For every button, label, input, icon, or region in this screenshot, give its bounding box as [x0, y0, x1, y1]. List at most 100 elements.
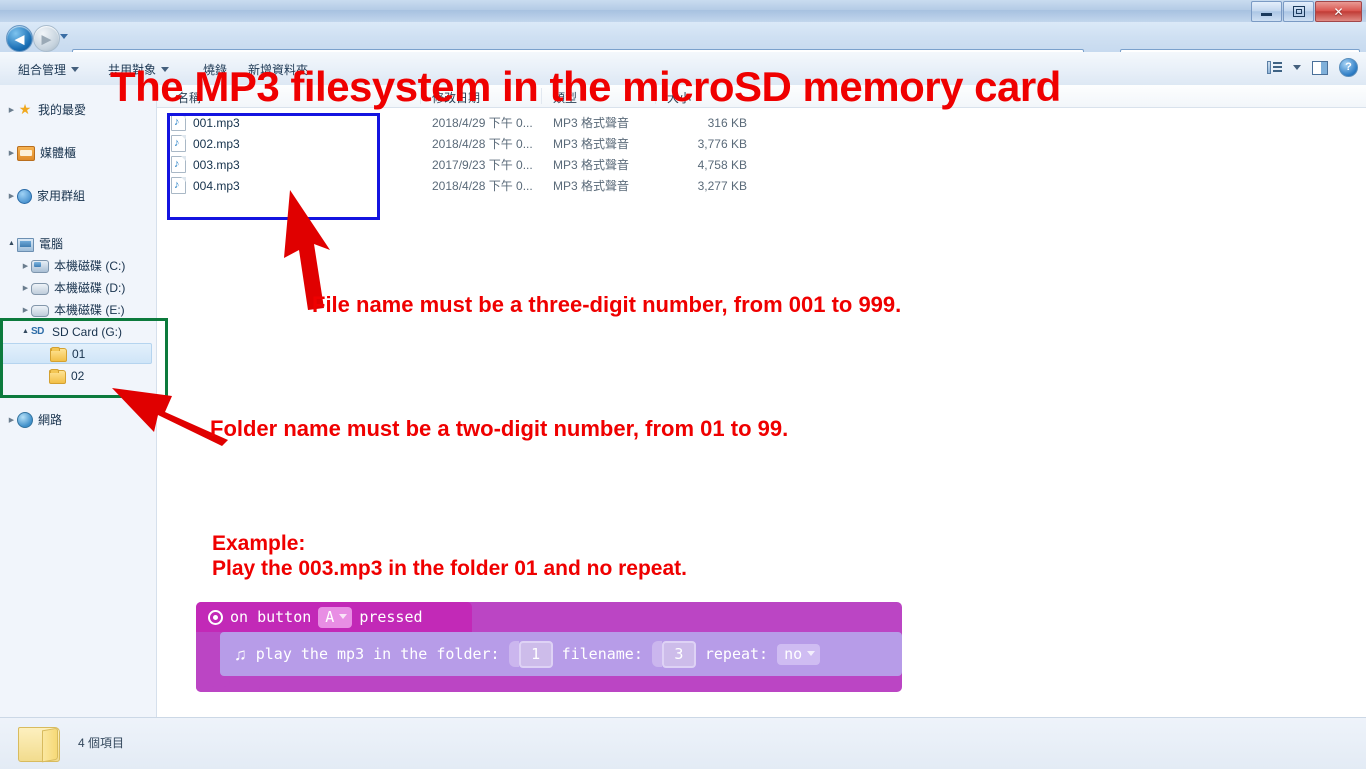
sidebar-item-4[interactable]: ▶ 本機磁碟 (C:) [0, 255, 125, 276]
folder-number-value: 1 [531, 644, 541, 663]
minimize-button[interactable] [1251, 1, 1282, 22]
sidebar-item-10[interactable]: ▶ 網路 [0, 409, 62, 430]
folder-number-input[interactable]: 1 [518, 640, 553, 668]
play-mp3-label-2: filename: [561, 645, 643, 663]
on-button-suffix-label: pressed [359, 608, 423, 626]
twisty-collapsed-icon[interactable]: ▶ [6, 192, 17, 200]
navigation-sidebar[interactable]: ▶ ★ 我的最愛 ▶ 媒體櫃 ▶ 家用群組 ▲ 電腦 ▶ 本機磁碟 (C:) ▶ 本機磁碟 (D:) ▶ 本… [0, 85, 157, 717]
sidebar-item-2[interactable]: ▶ 家用群組 [0, 185, 85, 206]
file-modified-cell: 2017/9/23 下午 0... [432, 158, 533, 172]
chevron-down-icon[interactable] [1293, 65, 1301, 70]
annotation-file-rule: File name must be a three-digit number, … [312, 292, 902, 317]
file-list-highlight-box [167, 113, 380, 220]
file-size-cell: 3,277 KB [697, 178, 747, 193]
system-drive-icon [31, 260, 49, 273]
file-size-cell: 316 KB [707, 115, 747, 130]
button-select-dropdown[interactable]: A [318, 606, 353, 628]
music-note-icon: ♫ [234, 644, 247, 664]
star-icon: ★ [18, 101, 32, 117]
sidebar-item-5[interactable]: ▶ 本機磁碟 (D:) [0, 277, 125, 298]
twisty-collapsed-icon[interactable]: ▶ [20, 284, 31, 292]
annotation-title: The MP3 filesystem in the microSD memory… [110, 63, 1061, 110]
drive-icon [31, 305, 49, 317]
chevron-down-icon [807, 651, 816, 656]
sidebar-item-label: 本機磁碟 (C:) [54, 259, 126, 273]
sidebar-item-label: 本機磁碟 (E:) [54, 303, 125, 317]
back-button[interactable]: ◀ [6, 25, 33, 52]
sidebar-item-label: 網路 [38, 413, 63, 427]
twisty-collapsed-icon[interactable]: ▶ [6, 416, 17, 424]
forward-button[interactable]: ▶ [33, 25, 60, 52]
file-size-cell: 4,758 KB [697, 157, 747, 172]
address-bar-row: ◀ ▶ ▸ 電腦 ▸ SD Card (G:) ▸ 01 ↻ 搜尋 01 [0, 22, 1366, 70]
library-icon [17, 145, 35, 161]
on-button-prefix-label: on button [230, 608, 312, 626]
window-controls: ✕ [1251, 1, 1362, 22]
drive-icon [31, 283, 49, 295]
organize-button[interactable]: 組合管理 [18, 61, 80, 78]
play-mp3-label-1: play the mp3 in the folder: [255, 645, 500, 663]
file-modified-cell: 2018/4/28 下午 0... [432, 179, 533, 193]
sdcard-folders-highlight-box [0, 318, 168, 398]
chevron-down-icon [339, 614, 348, 619]
toolbar-view-controls: ? [1267, 58, 1358, 77]
twisty-expanded-icon[interactable]: ▲ [6, 240, 17, 247]
sidebar-item-label: 本機磁碟 (D:) [54, 281, 126, 295]
folder-icon [18, 724, 62, 762]
back-arrow-icon: ◀ [14, 31, 25, 46]
file-type-cell: MP3 格式聲音 [553, 116, 630, 130]
title-bar: ✕ [0, 0, 1366, 23]
makecode-block-snippet: on button A pressed ♫ play the mp3 in th… [196, 602, 902, 692]
slot-lobe [651, 641, 662, 667]
filename-number-slot[interactable]: 3 [651, 640, 696, 668]
recent-locations-icon[interactable] [60, 34, 68, 39]
play-mp3-label-3: repeat: [704, 645, 769, 663]
annotation-folder-rule: Folder name must be a two-digit number, … [210, 416, 789, 441]
block-foot [196, 680, 260, 692]
restore-button[interactable] [1283, 1, 1314, 22]
network-icon [17, 412, 33, 428]
chevron-down-icon [71, 67, 80, 72]
status-bar: 4 個項目 [0, 717, 1366, 769]
item-count-label: 4 個項目 [78, 736, 125, 750]
help-icon[interactable]: ? [1339, 58, 1358, 77]
sidebar-item-0[interactable]: ▶ ★ 我的最愛 [0, 99, 86, 120]
preview-pane-icon[interactable] [1312, 60, 1328, 75]
repeat-select-dropdown[interactable]: no [777, 643, 821, 665]
sidebar-item-6[interactable]: ▶ 本機磁碟 (E:) [0, 299, 125, 320]
twisty-collapsed-icon[interactable]: ▶ [20, 306, 31, 314]
radio-button-icon [208, 609, 223, 625]
sidebar-item-1[interactable]: ▶ 媒體櫃 [0, 142, 76, 163]
close-button[interactable]: ✕ [1315, 1, 1362, 22]
block-hat[interactable]: on button A pressed [196, 602, 472, 632]
homegroup-icon [17, 188, 32, 204]
file-type-cell: MP3 格式聲音 [553, 158, 630, 172]
slot-lobe [508, 641, 519, 667]
sidebar-item-label: 家用群組 [37, 189, 86, 203]
filename-number-input[interactable]: 3 [661, 640, 696, 668]
forward-arrow-icon: ▶ [41, 31, 52, 46]
folder-number-slot[interactable]: 1 [508, 640, 553, 668]
sidebar-item-label: 電腦 [39, 237, 64, 251]
file-type-cell: MP3 格式聲音 [553, 137, 630, 151]
file-type-cell: MP3 格式聲音 [553, 179, 630, 193]
restore-icon [1292, 6, 1305, 17]
annotation-example: Example: Play the 003.mp3 in the folder … [212, 532, 687, 580]
view-mode-icon[interactable] [1267, 61, 1282, 74]
button-select-value: A [325, 607, 335, 626]
sidebar-item-label: 我的最愛 [38, 103, 87, 117]
sidebar-item-3[interactable]: ▲ 電腦 [0, 233, 63, 254]
twisty-collapsed-icon[interactable]: ▶ [6, 149, 17, 157]
organize-label: 組合管理 [18, 63, 67, 77]
on-button-pressed-block[interactable]: on button A pressed ♫ play the mp3 in th… [196, 602, 902, 692]
minimize-icon [1261, 13, 1272, 16]
twisty-collapsed-icon[interactable]: ▶ [20, 262, 31, 270]
play-mp3-block[interactable]: ♫ play the mp3 in the folder: 1 filename… [220, 632, 902, 676]
file-modified-cell: 2018/4/29 下午 0... [432, 116, 533, 130]
twisty-collapsed-icon[interactable]: ▶ [6, 106, 17, 114]
filename-number-value: 3 [674, 644, 684, 663]
file-modified-cell: 2018/4/28 下午 0... [432, 137, 533, 151]
computer-icon [17, 237, 34, 252]
block-notch [230, 632, 252, 639]
file-size-cell: 3,776 KB [697, 136, 747, 151]
